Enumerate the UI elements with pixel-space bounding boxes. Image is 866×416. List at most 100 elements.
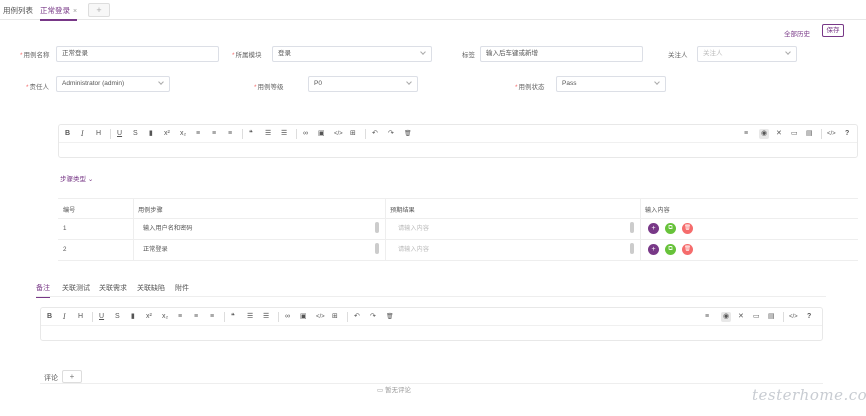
table-icon[interactable]: ⊞: [332, 312, 338, 322]
bold-icon[interactable]: B: [65, 129, 70, 139]
precondition-editor[interactable]: B I H U S ▮ x² x₂ ≡ ≡ ≡ ❝ ☰ ☰ ∞ ▣ </> ⊞ …: [58, 124, 858, 158]
redo-icon[interactable]: ↷: [370, 312, 376, 322]
copy-step-button[interactable]: ⧉: [665, 223, 676, 234]
align-right-icon[interactable]: ≡: [210, 312, 214, 322]
resize-handle-icon[interactable]: [375, 243, 379, 254]
add-step-button[interactable]: +: [648, 223, 659, 234]
quote-icon[interactable]: ❝: [231, 312, 235, 322]
fullscreen-icon[interactable]: ✕: [738, 312, 744, 322]
tags-label: 标签: [462, 52, 475, 59]
bookmark-icon[interactable]: ▮: [131, 312, 135, 322]
expected-textarea[interactable]: 请输入内容: [398, 222, 429, 236]
priority-select[interactable]: P0: [308, 76, 418, 92]
empty-comments: ▭ 暂无评论: [377, 387, 411, 394]
source-code-icon[interactable]: </>: [789, 312, 798, 322]
add-step-button[interactable]: +: [648, 244, 659, 255]
bold-icon[interactable]: B: [47, 312, 52, 322]
tab-related-defects[interactable]: 关联缺陷: [137, 283, 165, 293]
list-icon[interactable]: ≡: [744, 129, 748, 139]
quote-icon[interactable]: ❝: [249, 129, 253, 139]
window-icon[interactable]: ▭: [753, 312, 760, 322]
tab-attachments[interactable]: 附件: [175, 283, 189, 293]
help-icon[interactable]: ?: [807, 312, 811, 322]
align-center-icon[interactable]: ≡: [212, 129, 216, 139]
module-label: *所属模块: [232, 52, 262, 59]
resize-handle-icon[interactable]: [630, 222, 634, 233]
preview-icon[interactable]: ◉: [759, 129, 770, 139]
fullscreen-icon[interactable]: ✕: [776, 129, 782, 139]
resize-handle-icon[interactable]: [630, 243, 634, 254]
align-center-icon[interactable]: ≡: [194, 312, 198, 322]
case-name-label: *用例名称: [20, 52, 50, 59]
unordered-list-icon[interactable]: ☰: [263, 312, 269, 322]
resize-handle-icon[interactable]: [375, 222, 379, 233]
step-textarea[interactable]: 输入用户名和密码: [143, 222, 193, 236]
link-icon[interactable]: ∞: [285, 312, 290, 322]
status-select[interactable]: Pass: [556, 76, 666, 92]
trash-icon[interactable]: 🗑: [386, 312, 394, 322]
history-link[interactable]: 全部历史: [784, 28, 810, 38]
module-select[interactable]: 登录: [272, 46, 432, 62]
preview-icon[interactable]: ◉: [721, 312, 732, 322]
follower-select[interactable]: 关注人: [697, 46, 797, 62]
case-name-input[interactable]: 正常登录: [56, 46, 219, 62]
underline-icon[interactable]: U: [117, 129, 122, 139]
italic-icon[interactable]: I: [81, 129, 84, 139]
code-icon[interactable]: </>: [316, 312, 325, 322]
undo-icon[interactable]: ↶: [354, 312, 360, 322]
list-icon[interactable]: ≡: [705, 312, 709, 322]
close-icon[interactable]: ×: [73, 8, 77, 15]
subscript-icon[interactable]: x₂: [162, 312, 168, 322]
maintainer-select[interactable]: Administrator (admin): [56, 76, 170, 92]
tab-normal-login[interactable]: 正常登录 ×: [40, 5, 78, 21]
follower-label: 关注人: [668, 52, 688, 59]
redo-icon[interactable]: ↷: [388, 129, 394, 139]
ordered-list-icon[interactable]: ☰: [265, 129, 271, 139]
undo-icon[interactable]: ↶: [372, 129, 378, 139]
align-left-icon[interactable]: ≡: [196, 129, 200, 139]
step-number: 2: [63, 246, 67, 253]
tab-case-list[interactable]: 用例列表: [3, 5, 33, 16]
maintainer-label: *责任人: [26, 84, 50, 91]
delete-step-button[interactable]: 🗑: [682, 223, 693, 234]
tags-input[interactable]: 输入后车键或新增: [480, 46, 643, 62]
bookmark-icon[interactable]: ▮: [149, 129, 153, 139]
trash-icon[interactable]: 🗑: [404, 129, 412, 139]
step-textarea[interactable]: 正常登录: [143, 243, 168, 257]
source-code-icon[interactable]: </>: [827, 129, 836, 139]
underline-icon[interactable]: U: [99, 312, 104, 322]
tab-related-tests[interactable]: 关联测试: [62, 283, 90, 293]
help-icon[interactable]: ?: [845, 129, 849, 139]
chevron-down-icon: [654, 79, 660, 85]
align-left-icon[interactable]: ≡: [178, 312, 182, 322]
table-icon[interactable]: ⊞: [350, 129, 356, 139]
heading-icon[interactable]: H: [78, 312, 83, 322]
italic-icon[interactable]: I: [63, 312, 66, 322]
strike-icon[interactable]: S: [115, 312, 120, 322]
window-icon[interactable]: ▭: [791, 129, 798, 139]
ordered-list-icon[interactable]: ☰: [247, 312, 253, 322]
subscript-icon[interactable]: x₂: [180, 129, 186, 139]
add-comment-button[interactable]: +: [62, 370, 82, 383]
superscript-icon[interactable]: x²: [146, 312, 152, 322]
strike-icon[interactable]: S: [133, 129, 138, 139]
save-button[interactable]: 保存: [822, 24, 844, 37]
superscript-icon[interactable]: x²: [164, 129, 170, 139]
unordered-list-icon[interactable]: ☰: [281, 129, 287, 139]
copy-step-button[interactable]: ⧉: [665, 244, 676, 255]
step-type-dropdown[interactable]: 步骤类型 ⌄: [60, 173, 93, 183]
image-icon[interactable]: ▣: [318, 129, 325, 139]
image-icon[interactable]: ▣: [300, 312, 307, 322]
tab-related-requirements[interactable]: 关联需求: [99, 283, 127, 293]
link-icon[interactable]: ∞: [303, 129, 308, 139]
add-tab-button[interactable]: +: [88, 3, 110, 17]
expected-textarea[interactable]: 请输入内容: [398, 243, 429, 257]
column-icon[interactable]: ▤: [806, 129, 813, 139]
remark-editor[interactable]: B I H U S ▮ x² x₂ ≡ ≡ ≡ ❝ ☰ ☰ ∞ ▣ </> ⊞ …: [40, 307, 823, 341]
delete-step-button[interactable]: 🗑: [682, 244, 693, 255]
column-icon[interactable]: ▤: [768, 312, 775, 322]
code-icon[interactable]: </>: [334, 129, 343, 139]
heading-icon[interactable]: H: [96, 129, 101, 139]
align-right-icon[interactable]: ≡: [228, 129, 232, 139]
col-number: 编号: [63, 207, 76, 214]
